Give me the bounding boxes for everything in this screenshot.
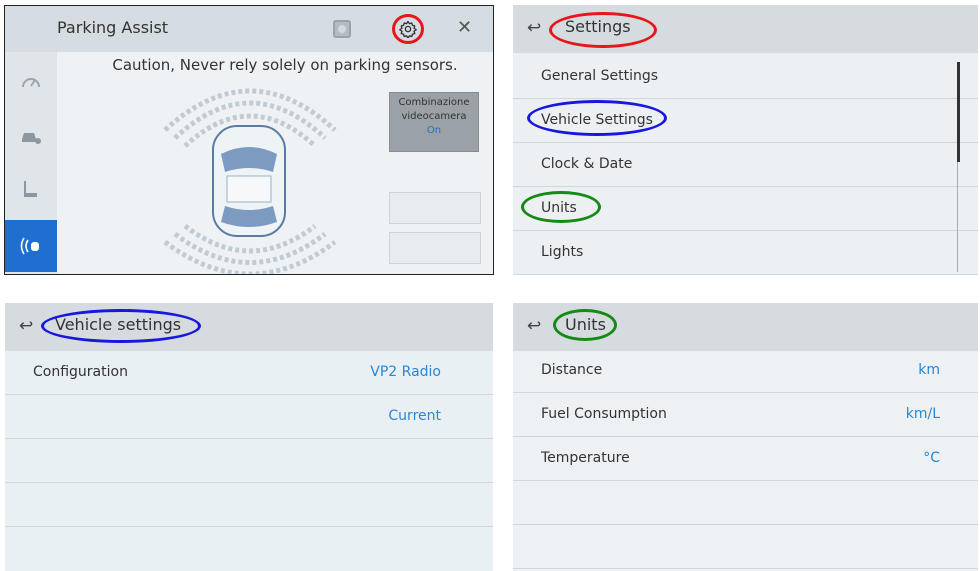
settings-item-label: Lights [541, 244, 584, 260]
vehicle-setting-current[interactable]: Current [5, 395, 493, 439]
highlight-circle-green [521, 191, 601, 223]
settings-item-vehicle[interactable]: Vehicle Settings [513, 99, 978, 143]
units-row-distance[interactable]: Distance km [513, 349, 978, 393]
list-row-empty [5, 483, 493, 527]
vehicle-setting-value: VP2 Radio [370, 364, 441, 380]
units-header: ↩ Units [513, 303, 978, 351]
vehicle-setting-value: Current [388, 408, 441, 424]
back-arrow-icon[interactable]: ↩ [19, 316, 33, 336]
camera-combo-line2: videocamera [401, 111, 467, 122]
close-icon[interactable]: ✕ [457, 17, 472, 38]
units-row-temperature[interactable]: Temperature °C [513, 437, 978, 481]
list-row-empty [513, 525, 978, 569]
scrollbar-track[interactable] [957, 162, 958, 272]
units-row-value: km [918, 362, 940, 378]
camera-combo-line1: Combinazione [398, 97, 470, 108]
settings-item-lights[interactable]: Lights [513, 231, 978, 275]
settings-header: ↩ Settings [513, 5, 978, 53]
parking-caution-text: Caution, Never rely solely on parking se… [112, 56, 458, 74]
units-screen: ↩ Units Distance km Fuel Consumption km/… [513, 303, 978, 571]
sidebar-item-parking-sensors[interactable] [5, 220, 57, 272]
vehicle-setting-configuration[interactable]: Configuration VP2 Radio [5, 351, 493, 395]
vehicle-settings-screen: ↩ Vehicle settings Configuration VP2 Rad… [5, 303, 493, 571]
car-settings-icon [22, 133, 41, 144]
list-row-empty [513, 481, 978, 525]
sidebar-item-vehicle[interactable] [5, 110, 57, 162]
highlight-circle-green [553, 309, 617, 341]
units-row-value: km/L [905, 406, 940, 422]
highlight-circle-blue [527, 100, 667, 136]
settings-item-units[interactable]: Units [513, 187, 978, 231]
units-row-value: °C [923, 450, 940, 466]
back-arrow-icon[interactable]: ↩ [527, 18, 541, 38]
highlight-circle-red [549, 12, 657, 48]
gear-icon [399, 20, 417, 38]
units-row-label: Fuel Consumption [541, 406, 667, 422]
settings-gear-button[interactable] [392, 14, 424, 44]
car-top-view-icon [212, 125, 286, 237]
gauge-icon [22, 78, 40, 88]
highlight-circle-blue [41, 309, 201, 343]
units-row-fuel-consumption[interactable]: Fuel Consumption km/L [513, 393, 978, 437]
camera-icon[interactable] [333, 20, 351, 38]
empty-option-button[interactable] [389, 192, 481, 224]
settings-item-general[interactable]: General Settings [513, 55, 978, 99]
parking-sensor-diagram [163, 88, 337, 274]
parking-assist-header: Parking Assist ✕ [5, 6, 493, 52]
list-row-empty [5, 439, 493, 483]
seat-icon [24, 181, 37, 197]
back-arrow-icon[interactable]: ↩ [527, 316, 541, 336]
camera-combination-button[interactable]: Combinazione videocamera On [389, 92, 479, 152]
scrollbar-thumb[interactable] [957, 62, 960, 162]
sidebar-item-gauge[interactable] [5, 56, 57, 108]
parking-sensor-icon [20, 237, 39, 255]
parking-assist-screen: Parking Assist ✕ Caution, Never rely sol… [4, 5, 494, 275]
vehicle-settings-header: ↩ Vehicle settings [5, 303, 493, 351]
sidebar-item-seat[interactable] [5, 164, 57, 216]
settings-screen: ↩ Settings General Settings Vehicle Sett… [513, 5, 978, 275]
parking-assist-sidebar [5, 52, 57, 274]
vehicle-setting-label: Configuration [33, 364, 128, 380]
units-row-label: Distance [541, 362, 603, 378]
units-row-label: Temperature [541, 450, 630, 466]
page-title: Parking Assist [57, 18, 169, 37]
settings-item-clock-date[interactable]: Clock & Date [513, 143, 978, 187]
camera-combo-state: On [426, 125, 442, 136]
settings-item-label: Clock & Date [541, 156, 633, 172]
empty-option-button[interactable] [389, 232, 481, 264]
settings-item-label: General Settings [541, 68, 659, 84]
